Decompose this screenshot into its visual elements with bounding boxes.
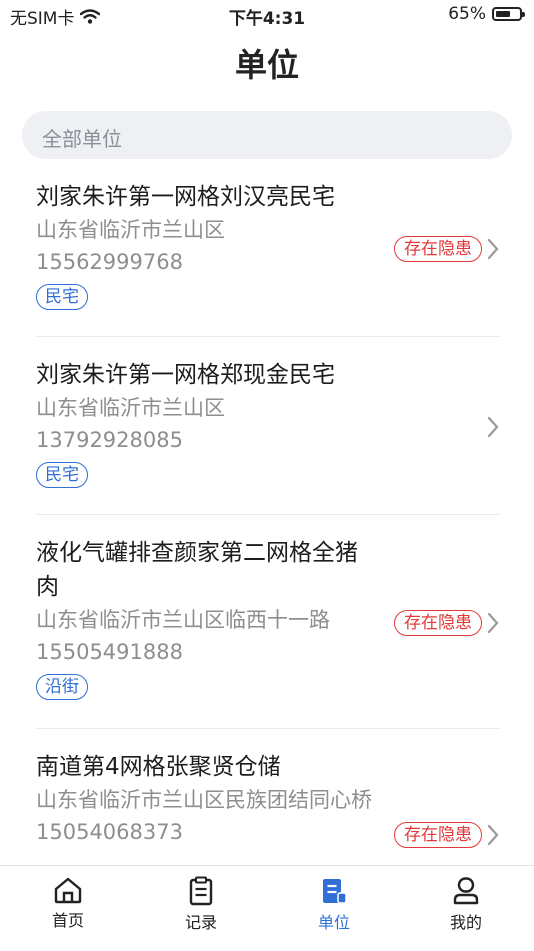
tab-label: 我的 (449, 913, 482, 932)
unit-name: 南道第4网格张聚贤仓储 (36, 754, 281, 780)
unit-list[interactable]: 刘家朱许第一网格刘汉亮民宅 山东省临沂市兰山区 15562999768 民宅 存… (0, 168, 534, 864)
unit-address: 山东省临沂市兰山区 (36, 218, 225, 242)
tab-label: 记录 (184, 913, 217, 932)
tab-label: 首页 (51, 911, 84, 930)
unit-address: 山东省临沂市兰山区临西十一路 (36, 608, 330, 632)
tab-records[interactable]: 记录 (156, 876, 246, 933)
unit-address: 山东省临沂市兰山区 (36, 396, 225, 420)
chevron-right-icon (487, 416, 499, 438)
tab-bar: 首页 记录 单位 我的 (0, 865, 534, 951)
unit-icon (323, 879, 347, 904)
unit-name: 刘家朱许第一网格刘汉亮民宅 (36, 184, 335, 210)
unit-address: 山东省临沂市兰山区民族团结同心桥 (36, 788, 372, 812)
chevron-right-icon (487, 824, 499, 846)
unit-phone: 13792928085 (36, 428, 183, 452)
status-bar: 无SIM卡 下午4:31 65% (0, 0, 534, 30)
tab-label: 单位 (317, 913, 350, 932)
unit-type-tag: 民宅 (36, 284, 88, 310)
battery-fill (496, 11, 510, 17)
tab-mine[interactable]: 我的 (421, 876, 511, 933)
unit-name: 刘家朱许第一网格郑现金民宅 (36, 362, 335, 388)
search-placeholder: 全部单位 (42, 127, 122, 151)
battery-group: 65% (448, 4, 525, 24)
list-item[interactable]: 液化气罐排查颜家第二网格全猪肉 山东省临沂市兰山区临西十一路 155054918… (36, 536, 500, 729)
battery-icon (492, 7, 525, 21)
clipboard-icon (189, 876, 213, 906)
chevron-right-icon (487, 238, 499, 260)
battery-percent: 65% (448, 4, 486, 24)
user-icon (453, 877, 479, 905)
home-icon (54, 877, 82, 904)
unit-name: 液化气罐排查颜家第二网格全猪肉 (36, 540, 358, 600)
status-badge: 存在隐患 (394, 236, 482, 262)
list-item[interactable]: 刘家朱许第一网格郑现金民宅 山东省临沂市兰山区 13792928085 民宅 (36, 358, 500, 515)
page-title: 单位 (234, 46, 299, 84)
tab-home[interactable]: 首页 (23, 876, 113, 931)
unit-phone: 15505491888 (36, 640, 183, 664)
search-input[interactable]: 全部单位 (22, 111, 512, 159)
chevron-right-icon (487, 612, 499, 634)
tab-units[interactable]: 单位 (289, 876, 379, 933)
list-item[interactable]: 刘家朱许第一网格刘汉亮民宅 山东省临沂市兰山区 15562999768 民宅 存… (36, 180, 500, 337)
status-badge: 存在隐患 (394, 610, 482, 636)
unit-type-tag: 沿街 (36, 674, 88, 700)
unit-type-tag: 民宅 (36, 462, 88, 488)
status-badge: 存在隐患 (394, 822, 482, 848)
list-item[interactable]: 南道第4网格张聚贤仓储 山东省临沂市兰山区民族团结同心桥 15054068373… (36, 750, 500, 864)
